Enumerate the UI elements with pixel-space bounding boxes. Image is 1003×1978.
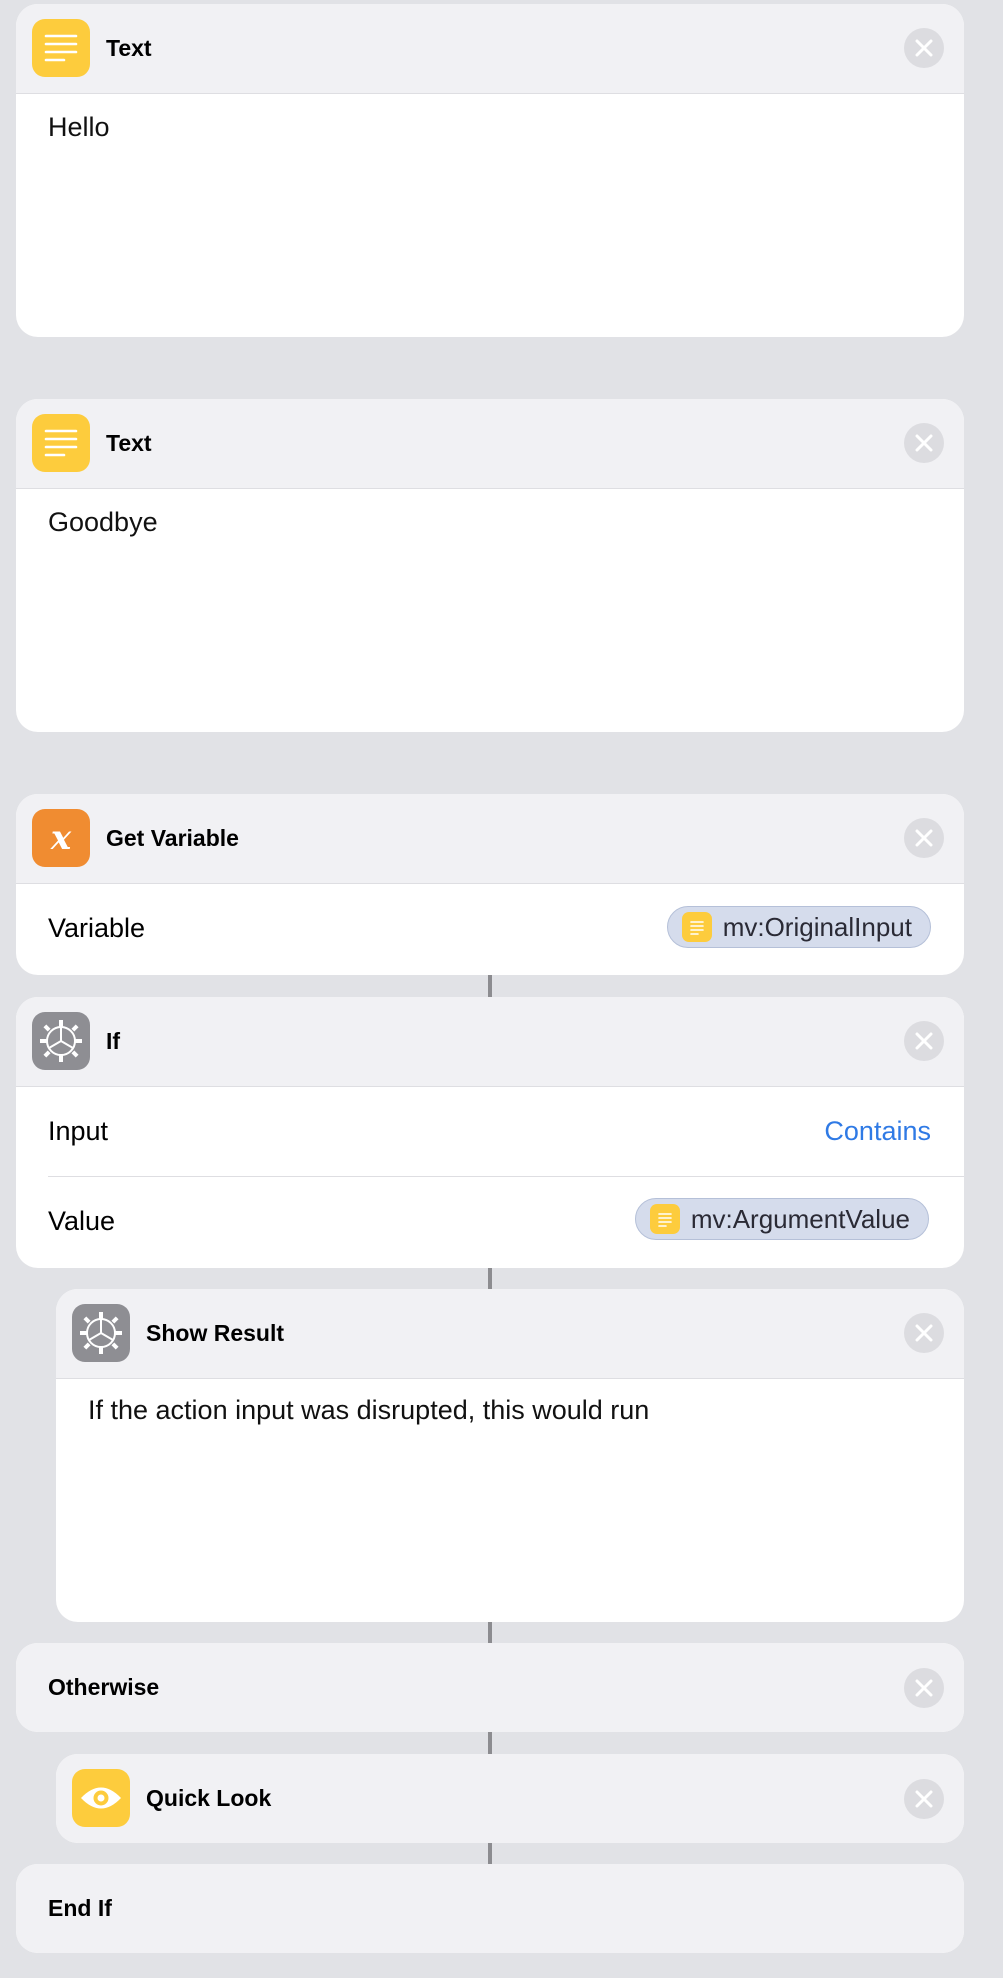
otherwise-action-card[interactable]: Otherwise bbox=[16, 1643, 964, 1732]
text-content-field[interactable]: Hello bbox=[48, 112, 110, 143]
action-header: Text bbox=[16, 399, 964, 489]
action-title: Otherwise bbox=[48, 1674, 160, 1700]
value-label: Value bbox=[48, 1206, 116, 1236]
action-title: Quick Look bbox=[146, 1785, 272, 1811]
variable-row: Variable mv:OriginalInput bbox=[16, 884, 964, 973]
if-action-card[interactable]: If Input Contains Value mv:ArgumentValue bbox=[16, 997, 964, 1268]
input-row: Input Contains bbox=[16, 1087, 964, 1176]
variable-x-icon: x bbox=[32, 809, 90, 867]
action-title: Get Variable bbox=[106, 825, 239, 851]
variable-token[interactable]: mv:ArgumentValue bbox=[634, 1198, 929, 1240]
action-header: End If bbox=[16, 1864, 964, 1953]
quick-look-action-card[interactable]: Quick Look bbox=[56, 1754, 964, 1843]
end-if-action-card[interactable]: End If bbox=[16, 1864, 964, 1953]
text-action-card[interactable]: Text Hello bbox=[16, 4, 964, 337]
get-variable-action-card[interactable]: x Get Variable Variable mv:OriginalInput bbox=[16, 794, 964, 975]
variable-token-label: mv:ArgumentValue bbox=[690, 1203, 910, 1234]
variable-label: Variable bbox=[48, 913, 146, 943]
action-title: End If bbox=[48, 1895, 112, 1921]
gear-icon bbox=[72, 1304, 130, 1362]
variable-token[interactable]: mv:OriginalInput bbox=[666, 906, 931, 948]
close-icon[interactable] bbox=[904, 423, 944, 463]
text-lines-icon bbox=[649, 1204, 680, 1234]
action-header: Quick Look bbox=[56, 1754, 964, 1843]
close-icon[interactable] bbox=[904, 818, 944, 858]
action-header: If bbox=[16, 997, 964, 1087]
action-header: Otherwise bbox=[16, 1643, 964, 1732]
close-icon[interactable] bbox=[904, 1313, 944, 1353]
condition-selector[interactable]: Contains bbox=[824, 1087, 931, 1176]
input-label: Input bbox=[48, 1116, 109, 1146]
close-icon[interactable] bbox=[904, 1778, 944, 1819]
action-header: Text bbox=[16, 4, 964, 94]
eye-icon bbox=[72, 1769, 130, 1827]
text-lines-icon bbox=[32, 414, 90, 472]
text-action-card[interactable]: Text Goodbye bbox=[16, 399, 964, 732]
text-content-field[interactable]: Goodbye bbox=[48, 507, 158, 538]
text-lines-icon bbox=[32, 19, 90, 77]
close-icon[interactable] bbox=[904, 1667, 944, 1708]
text-lines-icon bbox=[681, 912, 712, 942]
action-title: Text bbox=[106, 35, 152, 61]
close-icon[interactable] bbox=[904, 28, 944, 68]
action-title: Text bbox=[106, 430, 152, 456]
action-header: Show Result bbox=[56, 1289, 964, 1379]
show-result-action-card[interactable]: Show Result If the action input was disr… bbox=[56, 1289, 964, 1622]
gear-icon bbox=[32, 1012, 90, 1070]
variable-token-label: mv:OriginalInput bbox=[722, 911, 912, 942]
action-title: If bbox=[106, 1028, 121, 1054]
close-icon[interactable] bbox=[904, 1021, 944, 1061]
action-header: x Get Variable bbox=[16, 794, 964, 884]
action-title: Show Result bbox=[146, 1320, 285, 1346]
result-text-field[interactable]: If the action input was disrupted, this … bbox=[88, 1395, 649, 1426]
value-row: Value mv:ArgumentValue bbox=[16, 1177, 964, 1266]
